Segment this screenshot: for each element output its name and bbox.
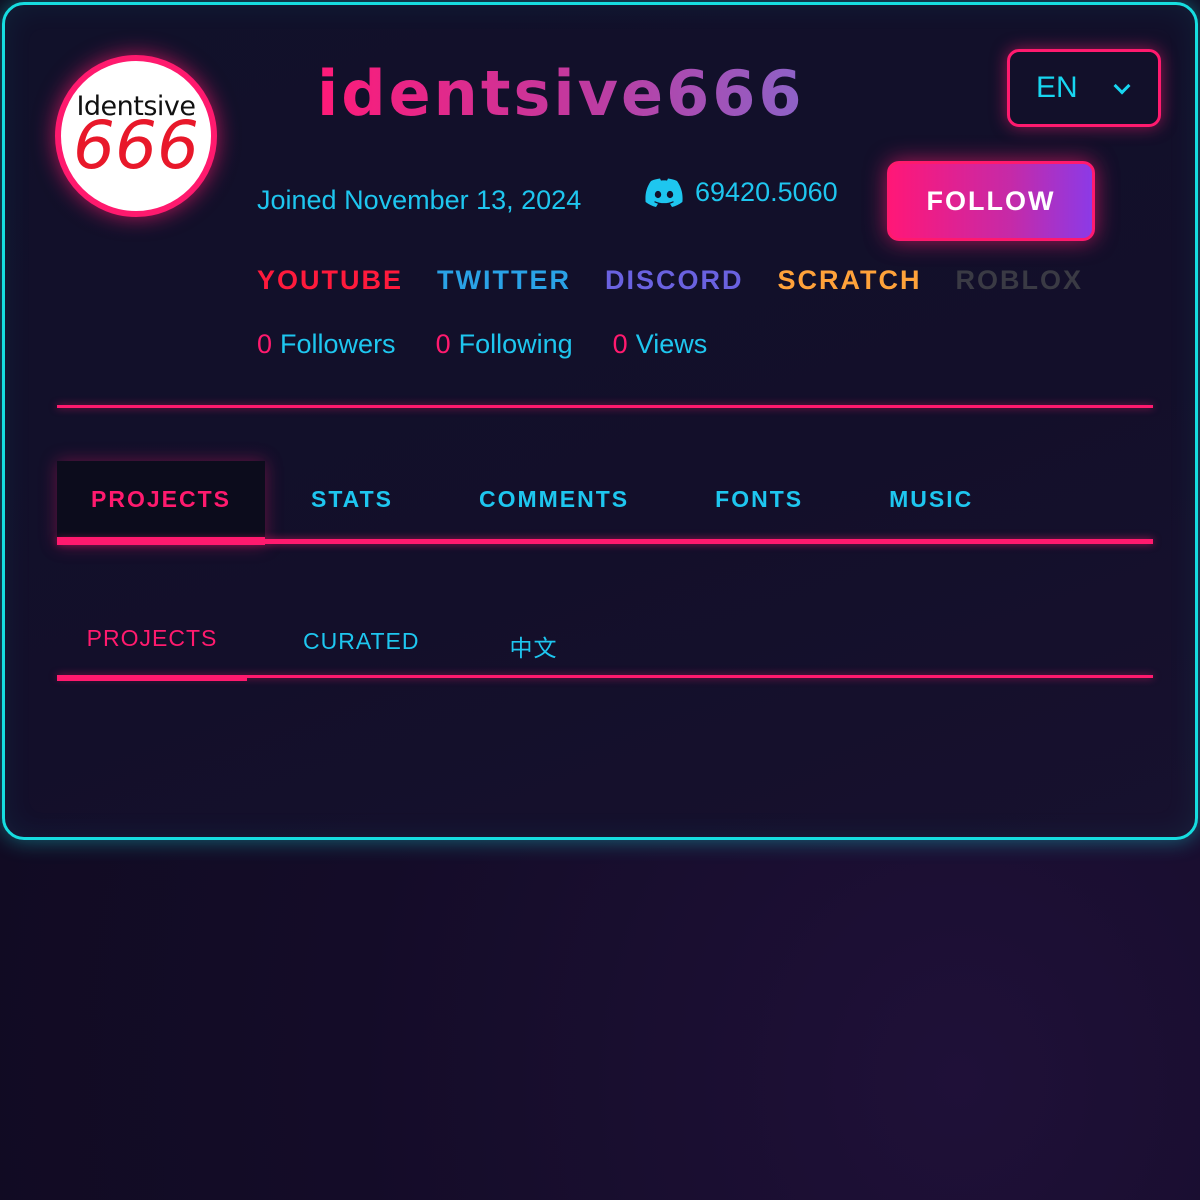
subtabs-underline	[57, 675, 1153, 678]
followers-count: 0	[257, 329, 273, 359]
header-divider	[57, 405, 1153, 408]
social-links: YOUTUBE TWITTER DISCORD SCRATCH ROBLOX	[257, 265, 1083, 296]
views-count: 0	[612, 329, 628, 359]
views-stat: 0 Views	[613, 329, 708, 360]
language-selected: EN	[1036, 71, 1078, 104]
tab-stats[interactable]: STATS	[311, 461, 393, 537]
avatar[interactable]: Identsive 666	[55, 55, 217, 217]
social-link-discord[interactable]: DISCORD	[605, 265, 744, 296]
following-label: Following	[458, 329, 573, 359]
social-link-roblox[interactable]: ROBLOX	[956, 265, 1084, 296]
social-link-scratch[interactable]: SCRATCH	[778, 265, 922, 296]
tab-fonts[interactable]: FONTS	[715, 461, 803, 537]
profile-stats: 0 Followers 0 Following 0 Views	[257, 329, 707, 360]
subtab-curated[interactable]: CURATED	[303, 601, 419, 681]
discord-icon	[645, 178, 683, 207]
discord-tag[interactable]: 69420.5060	[645, 177, 838, 208]
chevron-down-icon	[1113, 77, 1131, 95]
main-tabs: PROJECTS STATS COMMENTS FONTS MUSIC	[57, 461, 973, 545]
social-link-youtube[interactable]: YOUTUBE	[257, 265, 403, 296]
username: identsive666	[317, 57, 805, 130]
discord-id: 69420.5060	[695, 177, 838, 207]
following-count: 0	[435, 329, 451, 359]
profile-card: Identsive 666 identsive666 EN Joined Nov…	[2, 2, 1198, 840]
tab-comments[interactable]: COMMENTS	[479, 461, 629, 537]
joined-date: Joined November 13, 2024	[257, 185, 582, 215]
subtab-projects[interactable]: PROJECTS	[57, 601, 247, 681]
social-link-twitter[interactable]: TWITTER	[437, 265, 571, 296]
tab-music[interactable]: MUSIC	[889, 461, 973, 537]
subtab-chinese[interactable]: 中文	[509, 601, 557, 681]
views-label: Views	[635, 329, 708, 359]
language-select[interactable]: EN	[1007, 49, 1161, 127]
following-stat[interactable]: 0 Following	[436, 329, 573, 360]
tab-projects[interactable]: PROJECTS	[57, 461, 265, 545]
tabs-underline	[57, 539, 1153, 544]
avatar-logo-number: 666	[73, 107, 199, 184]
followers-label: Followers	[280, 329, 396, 359]
sub-tabs: PROJECTS CURATED 中文	[57, 601, 557, 681]
followers-stat[interactable]: 0 Followers	[257, 329, 396, 360]
follow-button[interactable]: FOLLOW	[887, 161, 1095, 241]
